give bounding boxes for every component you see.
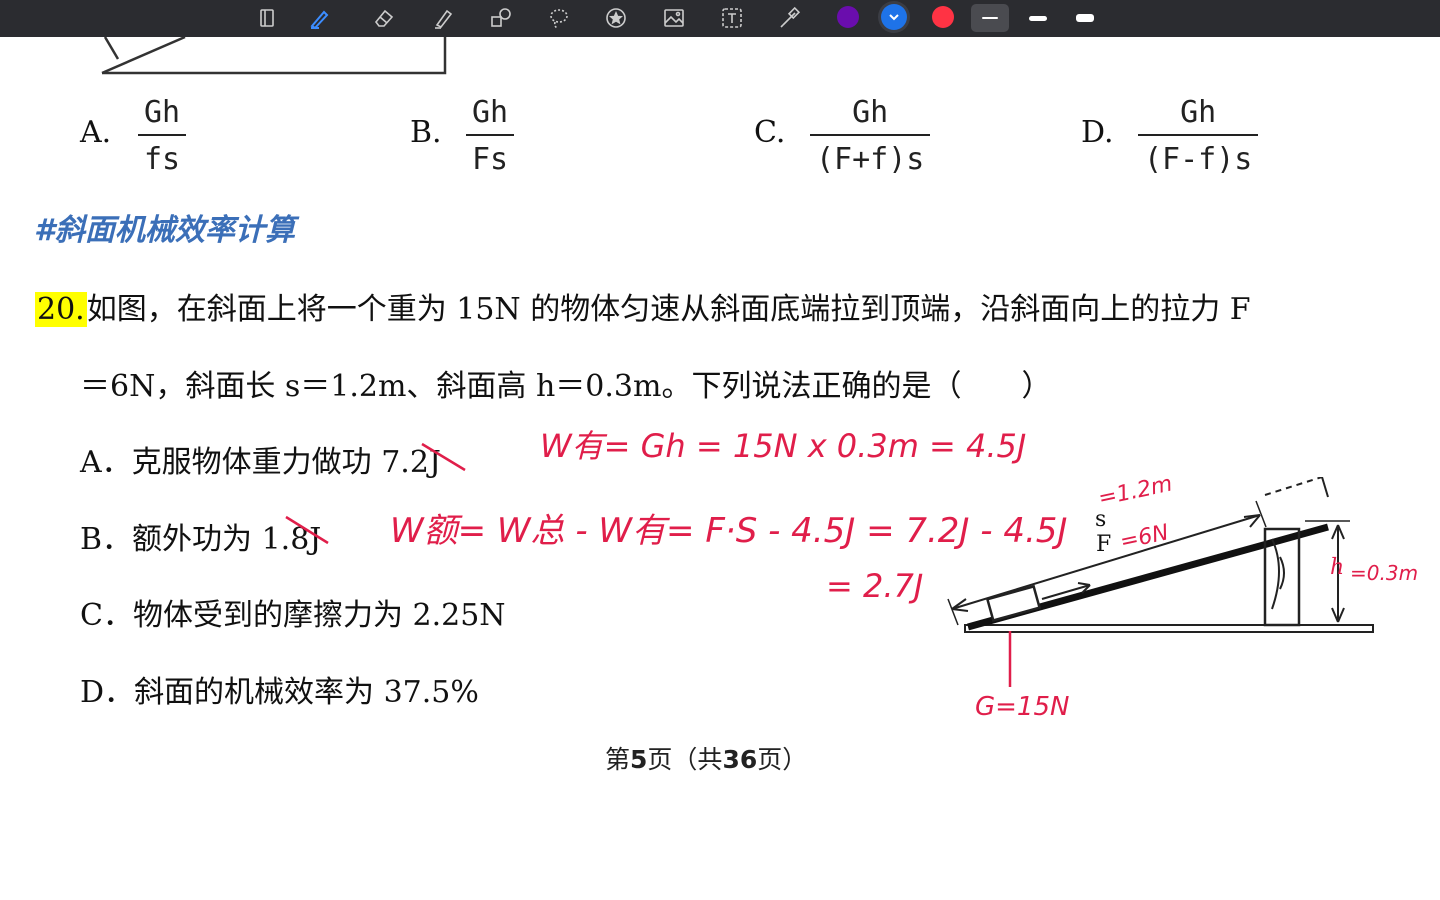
annotation-w-extra-result: = 2.7J — [826, 567, 924, 605]
option-c: C．物体受到的摩擦力为 2.25N — [80, 590, 506, 634]
eraser-icon[interactable] — [370, 4, 398, 32]
stroke-thick-button[interactable] — [1066, 4, 1104, 32]
shapes-icon[interactable] — [487, 4, 515, 32]
annotation-g-value: G=15N — [975, 692, 1070, 722]
text-icon[interactable] — [718, 4, 746, 32]
footer-mid: 页（共 — [647, 745, 723, 774]
prev-option-c-letter: C. — [754, 115, 786, 150]
stroke-medium-button[interactable] — [1019, 4, 1057, 32]
option-a-letter: A． — [80, 445, 132, 480]
option-d: D．斜面的机械效率为 37.5% — [80, 667, 479, 711]
question-number: 20. — [35, 292, 87, 327]
diagram-label-h: h — [1330, 555, 1345, 580]
option-a: A．克服物体重力做功 7.2J — [80, 437, 441, 481]
question-text-2: ＝6N，斜面长 s＝1.2m、斜面高 h＝0.3m。下列说法正确的是（ ） — [80, 369, 1052, 404]
diagram-label-F: F — [1096, 532, 1112, 557]
image-icon[interactable] — [660, 4, 688, 32]
option-a-text: 克服物体重力做功 7.2J — [131, 445, 441, 480]
star-sticker-icon[interactable] — [602, 4, 630, 32]
laser-pointer-icon[interactable] — [776, 4, 804, 32]
denominator: Fs — [472, 142, 509, 177]
numerator: Gh — [1180, 95, 1217, 130]
numerator: Gh — [144, 95, 181, 130]
prev-option-d-fraction: Gh (F-f)s — [1138, 95, 1259, 177]
option-d-text: 斜面的机械效率为 37.5% — [134, 675, 479, 710]
document-page: A. Gh fs B. Gh Fs C. Gh (F+f)s D. Gh (F-… — [0, 37, 1440, 900]
prev-option-a-letter: A. — [80, 115, 112, 150]
color-red-swatch[interactable] — [932, 6, 954, 28]
lasso-icon[interactable] — [545, 4, 573, 32]
footer-total-pages: 36 — [722, 745, 758, 774]
numerator: Gh — [472, 95, 509, 130]
annotation-h-value: =0.3m — [1350, 561, 1419, 585]
previous-figure-fragment — [101, 37, 447, 75]
option-c-text: 物体受到的摩擦力为 2.25N — [132, 598, 506, 633]
footer-pre: 第 — [605, 745, 631, 774]
color-blue-swatch[interactable] — [881, 4, 907, 30]
prev-option-d-letter: D. — [1081, 115, 1114, 150]
footer-post: 页） — [757, 745, 808, 774]
denominator: fs — [144, 142, 181, 177]
topic-heading: #斜面机械效率计算 — [34, 213, 295, 248]
color-purple-swatch[interactable] — [837, 6, 859, 28]
annotation-w-useful: W有= Gh = 15N x 0.3m = 4.5J — [540, 427, 1027, 465]
prev-option-b-fraction: Gh Fs — [466, 95, 515, 177]
denominator: (F-f)s — [1144, 142, 1253, 177]
option-b-letter: B． — [80, 522, 133, 557]
option-c-letter: C． — [80, 598, 133, 633]
prev-option-a-fraction: Gh fs — [138, 95, 187, 177]
strike-mark-b — [285, 515, 329, 545]
question-line-1: 20.如图，在斜面上将一个重为 15N 的物体匀速从斜面底端拉到顶端，沿斜面向上… — [35, 284, 1251, 328]
highlighter-icon[interactable] — [430, 4, 458, 32]
prev-option-c-fraction: Gh (F+f)s — [810, 95, 931, 177]
denominator: (F+f)s — [816, 142, 925, 177]
question-text-1: 如图，在斜面上将一个重为 15N 的物体匀速从斜面底端拉到顶端，沿斜面向上的拉力… — [86, 292, 1251, 327]
pen-icon[interactable] — [306, 4, 334, 32]
annotation-toolbar — [0, 0, 1440, 37]
stroke-thin-button[interactable] — [971, 4, 1009, 32]
page-icon[interactable] — [254, 4, 282, 32]
footer-page-number: 5 — [630, 745, 648, 774]
prev-option-b-letter: B. — [410, 115, 442, 150]
annotation-w-extra: W额= W总 - W有= F·S - 4.5J = 7.2J - 4.5J — [390, 511, 1068, 551]
page-footer: 第5页（共36页） — [605, 740, 807, 776]
option-d-letter: D． — [80, 675, 135, 710]
strike-mark-a — [421, 442, 466, 472]
numerator: Gh — [852, 95, 889, 130]
